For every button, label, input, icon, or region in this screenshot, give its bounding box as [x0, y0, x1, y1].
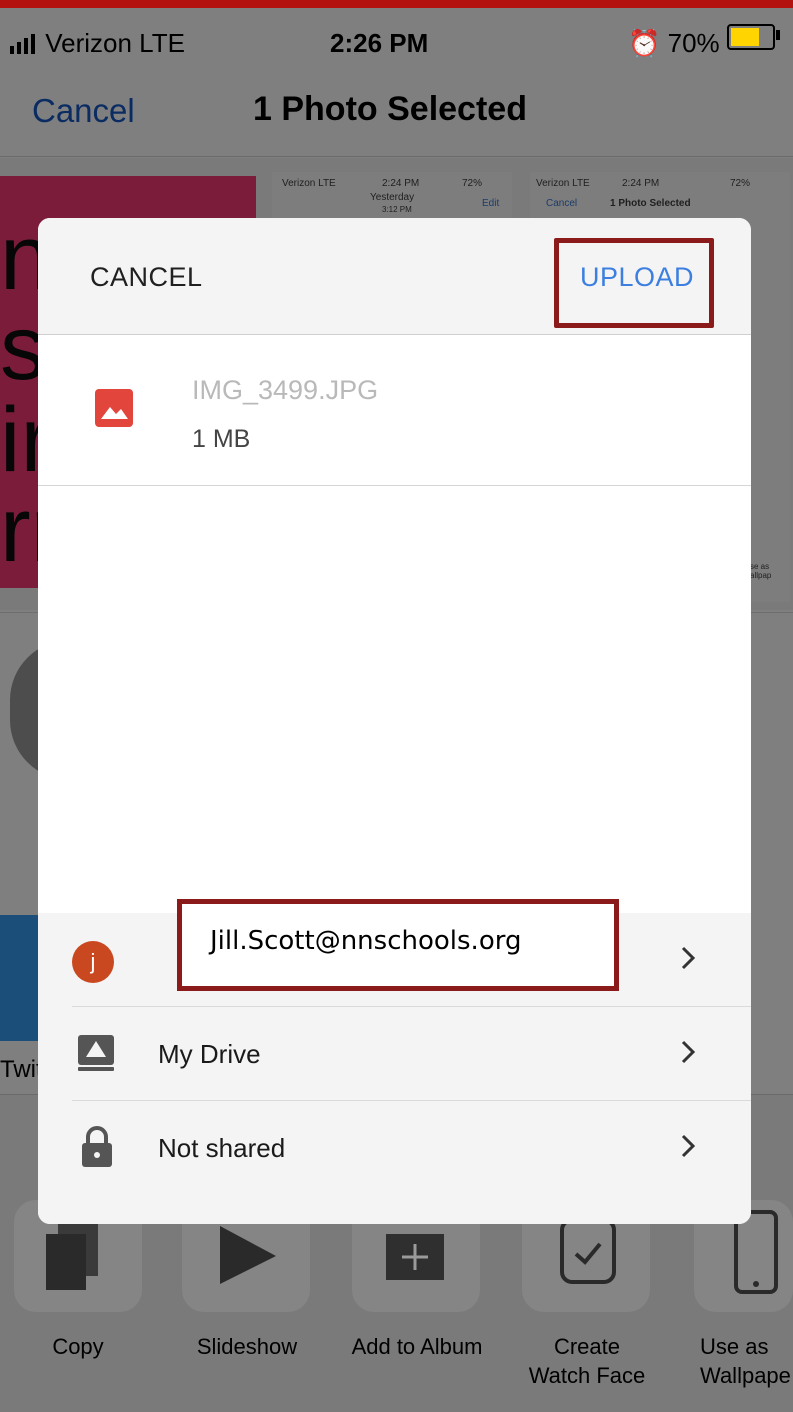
account-row[interactable]: j Jill.Scott@nnschools.org — [72, 899, 751, 1007]
nav-cancel-button[interactable]: Cancel — [32, 92, 135, 130]
drive-icon — [78, 1035, 114, 1071]
mini-carrier: Verizon LTE — [282, 178, 336, 189]
sharing-row[interactable]: Not shared — [72, 1101, 751, 1194]
upload-dialog: CANCEL UPLOAD IMG_3499.JPG 1 MB j Jill.S… — [38, 218, 751, 1224]
mini-carrier: Verizon LTE — [536, 178, 590, 189]
mini-yesterday-time: 3:12 PM — [382, 205, 412, 214]
mini-title: 1 Photo Selected — [610, 198, 691, 209]
sharing-label: Not shared — [158, 1133, 286, 1163]
folder-row[interactable]: My Drive — [72, 1007, 751, 1101]
mini-use-as: se as allpap — [750, 562, 772, 580]
top-accent-bar — [0, 0, 793, 8]
account-avatar: j — [72, 941, 114, 983]
file-row: IMG_3499.JPG 1 MB — [38, 335, 751, 486]
add-album-icon — [386, 1234, 444, 1280]
mini-cancel: Cancel — [546, 198, 578, 209]
play-icon — [220, 1226, 276, 1284]
dialog-cancel-button[interactable]: CANCEL — [90, 262, 203, 293]
mini-edit: Edit — [482, 198, 500, 209]
signal-icon — [10, 34, 35, 54]
file-name[interactable]: IMG_3499.JPG — [192, 375, 378, 406]
create-watch-face-label: Create Watch Face — [528, 1334, 646, 1388]
slideshow-label: Slideshow — [196, 1334, 298, 1359]
upload-button[interactable]: UPLOAD — [580, 262, 694, 293]
watch-icon — [560, 1218, 616, 1284]
mini-yesterday: Yesterday — [370, 192, 415, 203]
lock-icon — [82, 1126, 112, 1167]
file-size: 1 MB — [192, 425, 251, 453]
image-icon — [101, 407, 128, 419]
mini-time: 2:24 PM — [622, 178, 660, 189]
account-email: Jill.Scott@nnschools.org — [210, 926, 522, 956]
copy-icon — [46, 1222, 98, 1290]
battery-percent: ⏰ 70% — [628, 28, 720, 58]
battery-nub — [776, 30, 780, 40]
dialog-header: CANCEL UPLOAD — [38, 218, 751, 335]
nav-title: 1 Photo Selected — [253, 90, 527, 128]
mini-battery: 72% — [462, 178, 483, 189]
email-highlight-box: Jill.Scott@nnschools.org — [177, 899, 619, 991]
clock: 2:26 PM — [330, 28, 429, 58]
battery-icon — [727, 24, 775, 50]
copy-label: Copy — [52, 1334, 104, 1359]
chevron-right-icon — [681, 1040, 696, 1064]
carrier-label: Verizon LTE — [10, 28, 185, 59]
destination-panel: j Jill.Scott@nnschools.org My Drive Not … — [38, 899, 751, 1224]
chevron-right-icon — [681, 1134, 696, 1158]
mini-battery: 72% — [730, 178, 751, 189]
image-file-icon — [95, 389, 133, 427]
chevron-right-icon — [681, 946, 696, 970]
folder-label: My Drive — [158, 1039, 261, 1069]
status-bar: Verizon LTE 2:26 PM ⏰ 70% — [0, 8, 793, 70]
alarm-icon: ⏰ — [628, 28, 661, 58]
use-as-wallpaper-label: Use as Wallpape — [700, 1334, 791, 1388]
add-to-album-label: Add to Album — [351, 1334, 483, 1359]
mini-time: 2:24 PM — [382, 178, 420, 189]
twitter-app-label: Twit — [0, 1056, 43, 1083]
